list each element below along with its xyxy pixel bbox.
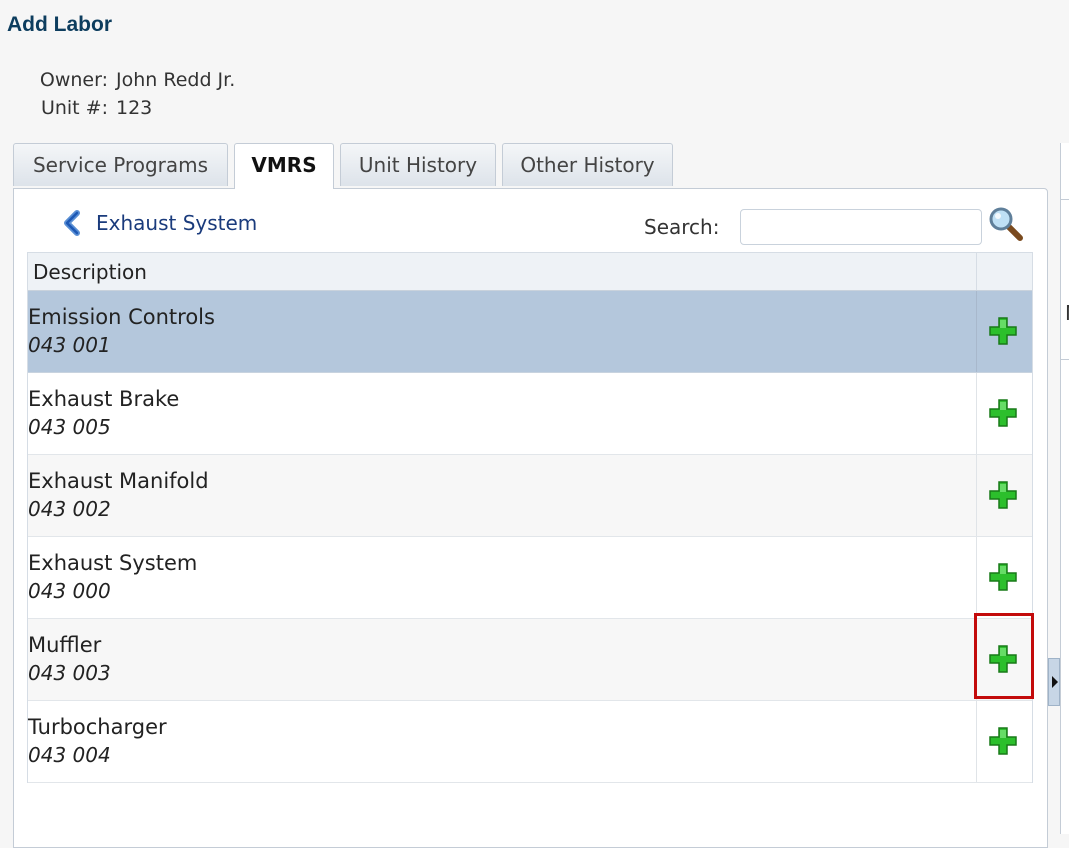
search-input[interactable] — [740, 209, 982, 245]
row-name: Emission Controls — [28, 305, 215, 329]
unit-info: Unit #: 123 — [24, 97, 152, 119]
magnifier-icon[interactable] — [987, 205, 1025, 247]
page-title: Add Labor — [7, 13, 112, 36]
row-name: Exhaust Manifold — [28, 469, 209, 493]
tab-service-programs[interactable]: Service Programs — [13, 143, 228, 186]
owner-info: Owner: John Redd Jr. — [24, 69, 235, 91]
row-name: Muffler — [28, 633, 102, 657]
breadcrumb-back-link[interactable]: Exhaust System — [60, 210, 257, 236]
row-description: Exhaust Manifold 043 002 — [28, 455, 977, 536]
row-name: Exhaust Brake — [28, 387, 180, 411]
row-code: 043 005 — [28, 415, 111, 439]
divider — [1061, 359, 1069, 360]
plus-icon[interactable] — [987, 725, 1019, 757]
row-actions — [977, 701, 1032, 782]
row-description: Exhaust Brake 043 005 — [28, 373, 977, 454]
row-actions — [977, 373, 1032, 454]
plus-icon[interactable] — [987, 315, 1019, 347]
row-code: 043 003 — [28, 661, 111, 685]
tab-unit-history[interactable]: Unit History — [340, 143, 496, 186]
right-panel-edge: N — [1060, 143, 1069, 834]
panel-splitter-handle[interactable] — [1048, 658, 1060, 706]
owner-value: John Redd Jr. — [116, 69, 236, 91]
table-header: Description — [28, 253, 1032, 291]
row-code: 043 002 — [28, 497, 111, 521]
row-name: Turbocharger — [28, 715, 167, 739]
arrow-right-icon — [1052, 676, 1058, 688]
plus-icon[interactable] — [987, 643, 1019, 675]
search-label: Search: — [644, 215, 720, 239]
unit-label: Unit #: — [40, 97, 108, 119]
owner-label: Owner: — [39, 69, 108, 91]
column-description[interactable]: Description — [28, 253, 977, 290]
row-actions — [977, 537, 1032, 618]
plus-icon[interactable] — [987, 561, 1019, 593]
breadcrumb-label: Exhaust System — [96, 211, 258, 235]
row-description: Muffler 043 003 — [28, 619, 977, 700]
row-description: Emission Controls 043 001 — [28, 291, 977, 372]
tab-vmrs[interactable]: VMRS — [234, 143, 334, 189]
row-code: 043 001 — [28, 333, 111, 357]
vmrs-table: Description Emission Controls 043 001 Ex… — [27, 252, 1033, 783]
table-row[interactable]: Exhaust Manifold 043 002 — [28, 455, 1032, 537]
table-row[interactable]: Exhaust System 043 000 — [28, 537, 1032, 619]
chevron-left-icon — [64, 210, 80, 236]
table-row[interactable]: Turbocharger 043 004 — [28, 701, 1032, 783]
row-description: Turbocharger 043 004 — [28, 701, 977, 782]
row-actions — [977, 291, 1032, 372]
row-name: Exhaust System — [28, 551, 198, 575]
clipped-text: N — [1065, 301, 1069, 325]
table-row[interactable]: Muffler 043 003 — [28, 619, 1032, 701]
unit-value: 123 — [116, 97, 153, 119]
row-actions — [977, 455, 1032, 536]
row-actions — [977, 619, 1032, 700]
plus-icon[interactable] — [987, 479, 1019, 511]
row-code: 043 004 — [28, 743, 111, 767]
plus-icon[interactable] — [987, 397, 1019, 429]
column-actions — [977, 253, 1032, 290]
divider — [1061, 199, 1069, 200]
tab-other-history[interactable]: Other History — [502, 143, 673, 186]
row-description: Exhaust System 043 000 — [28, 537, 977, 618]
row-code: 043 000 — [28, 579, 111, 603]
table-row[interactable]: Emission Controls 043 001 — [28, 291, 1032, 373]
table-row[interactable]: Exhaust Brake 043 005 — [28, 373, 1032, 455]
